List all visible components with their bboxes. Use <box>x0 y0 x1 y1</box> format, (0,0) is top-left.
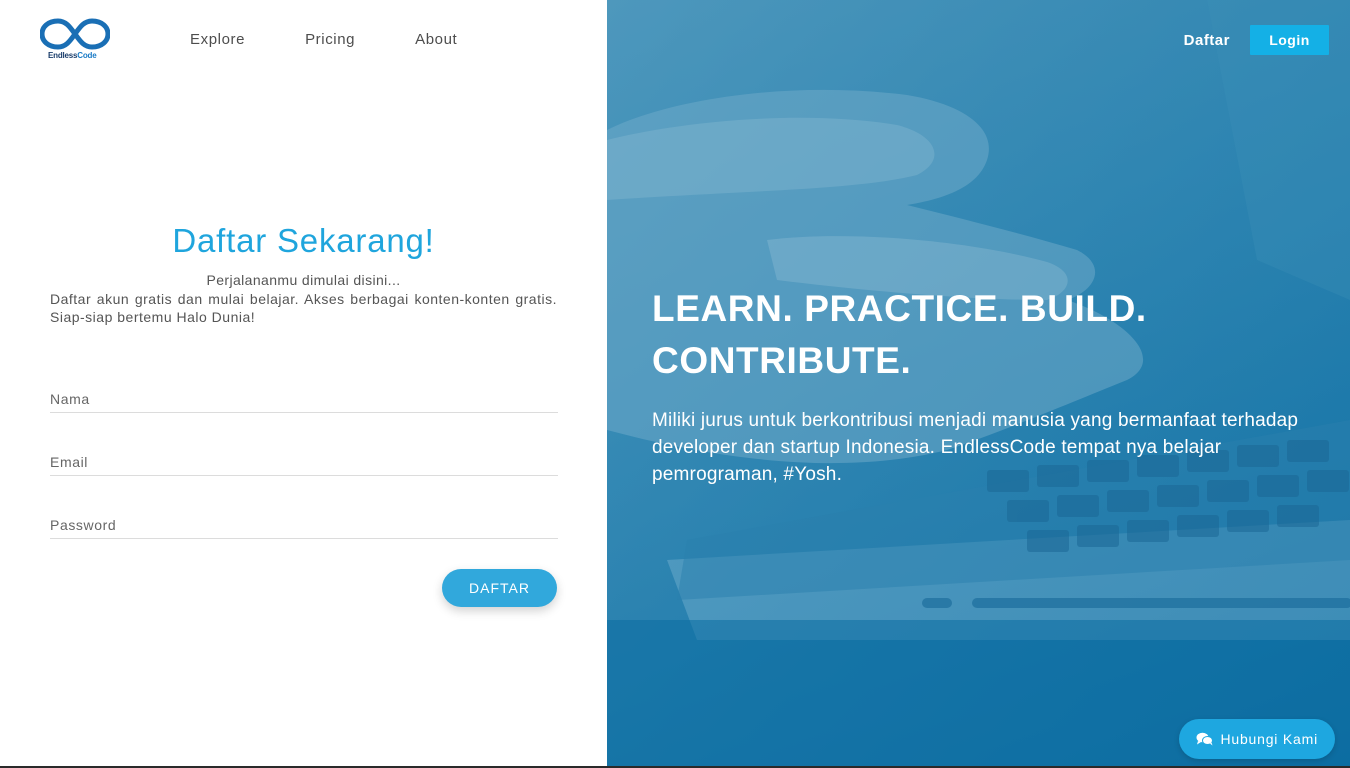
signup-description: Daftar akun gratis dan mulai belajar. Ak… <box>50 291 557 325</box>
hero-headline-line2: CONTRIBUTE. <box>652 340 912 381</box>
name-field <box>50 383 558 413</box>
email-field <box>50 446 558 476</box>
header-actions: Daftar Login <box>1184 25 1329 55</box>
infinity-logo-icon <box>40 18 110 50</box>
hero-headline: LEARN. PRACTICE. BUILD. CONTRIBUTE. <box>652 283 1312 387</box>
login-button[interactable]: Login <box>1250 25 1329 55</box>
submit-signup-button[interactable]: DAFTAR <box>442 569 557 607</box>
nav-item-pricing[interactable]: Pricing <box>305 31 355 48</box>
chat-bubbles-icon <box>1196 732 1214 746</box>
nav-item-about[interactable]: About <box>415 31 457 48</box>
hero-text: LEARN. PRACTICE. BUILD. CONTRIBUTE. Mili… <box>652 283 1312 488</box>
logo-wordmark: EndlessCode <box>48 51 97 60</box>
nav-item-explore[interactable]: Explore <box>190 31 245 48</box>
password-field <box>50 509 558 539</box>
main-nav: Explore Pricing About <box>190 31 517 48</box>
email-input[interactable] <box>50 446 558 475</box>
hero-headline-line1: LEARN. PRACTICE. BUILD. <box>652 288 1147 329</box>
signup-pane: EndlessCode Explore Pricing About Daftar… <box>0 0 607 766</box>
hero-pane: Daftar Login LEARN. PRACTICE. BUILD. CON… <box>607 0 1350 766</box>
password-input[interactable] <box>50 509 558 538</box>
signup-title: Daftar Sekarang! <box>172 222 435 259</box>
contact-us-button[interactable]: Hubungi Kami <box>1179 719 1335 759</box>
signup-link[interactable]: Daftar <box>1184 32 1230 49</box>
signup-subtitle: Perjalananmu dimulai disini... <box>206 272 401 288</box>
hero-body: Miliki jurus untuk berkontribusi menjadi… <box>652 410 1299 485</box>
signup-intro: Daftar Sekarang! Perjalananmu dimulai di… <box>50 222 557 326</box>
name-input[interactable] <box>50 383 558 412</box>
endlesscode-logo[interactable]: EndlessCode <box>40 17 110 63</box>
contact-us-label: Hubungi Kami <box>1220 731 1318 747</box>
